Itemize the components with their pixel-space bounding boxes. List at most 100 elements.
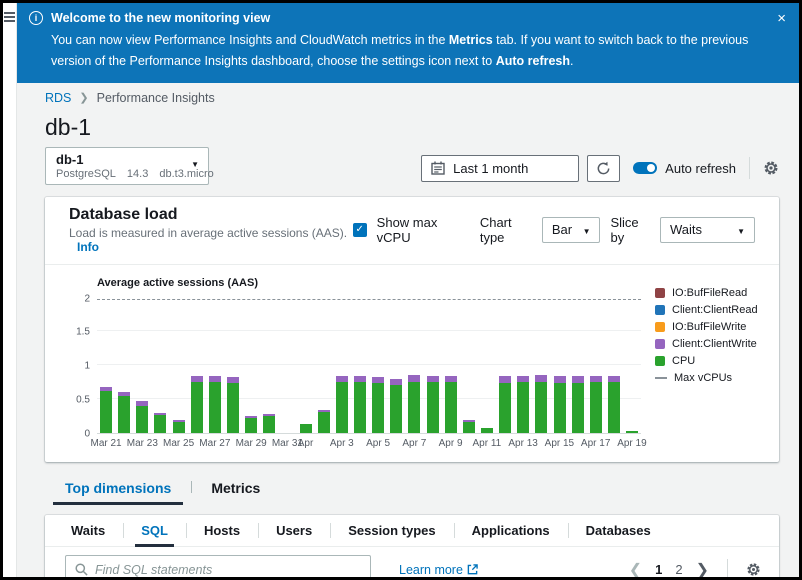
subtab-applications[interactable]: Applications: [454, 515, 568, 546]
close-icon[interactable]: ×: [777, 11, 786, 26]
chart-bar[interactable]: [442, 299, 460, 433]
chart-bar[interactable]: [315, 299, 333, 433]
slice-by-select[interactable]: Waits ▼: [660, 217, 755, 243]
pagination: ❮ 12 ❯: [629, 559, 761, 580]
chart-bar[interactable]: [115, 299, 133, 433]
search-icon: [75, 563, 88, 576]
x-tick-label: Apr 17: [581, 438, 610, 449]
chart-bar[interactable]: [605, 299, 623, 433]
table-settings-button[interactable]: [746, 562, 761, 577]
chart-bar[interactable]: [170, 299, 188, 433]
learn-more-link[interactable]: Learn more: [399, 563, 478, 577]
chart-bar[interactable]: [551, 299, 569, 433]
panel-title: Database load: [69, 206, 353, 224]
subtab-users[interactable]: Users: [258, 515, 330, 546]
auto-refresh-toggle[interactable]: [633, 162, 657, 174]
chart-bar[interactable]: [514, 299, 532, 433]
instance-engine: PostgreSQL: [56, 168, 116, 180]
time-range-picker[interactable]: Last 1 month: [421, 155, 579, 182]
chart-bar[interactable]: [224, 299, 242, 433]
pagination-prev-icon[interactable]: ❮: [629, 560, 642, 580]
chart-bar[interactable]: [151, 299, 169, 433]
chart-bar[interactable]: [369, 299, 387, 433]
chart-type-label: Chart type: [480, 215, 532, 245]
bar-segment-client-write: [572, 376, 584, 383]
toolbar-row: db-1 PostgreSQL 14.3 db.t3.micro ▼ Last …: [45, 147, 779, 185]
chart-type-select[interactable]: Bar ▼: [542, 217, 601, 243]
divider: [749, 157, 750, 179]
chart-bar[interactable]: [496, 299, 514, 433]
x-tick-label: Mar 25: [163, 438, 194, 449]
settings-button[interactable]: [763, 160, 779, 176]
instance-selector[interactable]: db-1 PostgreSQL 14.3 db.t3.micro ▼: [45, 147, 209, 185]
load-chart: Average active sessions (AAS) 00.511.52 …: [45, 265, 779, 462]
show-max-vcpu-checkbox[interactable]: ✓: [353, 223, 367, 237]
info-icon: i: [29, 11, 43, 25]
chart-bar[interactable]: [623, 299, 641, 433]
refresh-icon: [596, 161, 611, 176]
x-tick-label: Apr 15: [545, 438, 574, 449]
chart-bar[interactable]: [569, 299, 587, 433]
collapsed-sidebar: [3, 3, 17, 577]
sql-search-input[interactable]: [95, 563, 361, 577]
x-tick-label: Mar 21: [91, 438, 122, 449]
chart-title: Average active sessions (AAS): [97, 277, 641, 289]
chart-bar[interactable]: [188, 299, 206, 433]
chart-bar[interactable]: [387, 299, 405, 433]
chart-bar[interactable]: [242, 299, 260, 433]
subtab-hosts[interactable]: Hosts: [186, 515, 258, 546]
x-tick-label: Apr 5: [366, 438, 390, 449]
tab-top-dimensions[interactable]: Top dimensions: [45, 474, 191, 505]
chart-bar[interactable]: [278, 299, 296, 433]
instance-version: 14.3: [127, 168, 148, 180]
info-link[interactable]: Info: [77, 240, 99, 254]
chart-bar[interactable]: [405, 299, 423, 433]
chart-bar[interactable]: [587, 299, 605, 433]
chart-bar[interactable]: [424, 299, 442, 433]
page-title: db-1: [45, 114, 779, 141]
max-vcpus-line: [97, 299, 641, 300]
subtab-sql[interactable]: SQL: [123, 515, 186, 546]
subtab-waits[interactable]: Waits: [53, 515, 123, 546]
chart-bar[interactable]: [97, 299, 115, 433]
sql-search: [65, 555, 371, 580]
refresh-button[interactable]: [587, 155, 620, 182]
x-tick-label: Apr 11: [472, 438, 501, 449]
chart-bar[interactable]: [260, 299, 278, 433]
bar-segment-cpu: [191, 382, 203, 433]
pagination-next-icon[interactable]: ❯: [696, 560, 709, 580]
bar-segment-client-write: [535, 375, 547, 382]
subtab-session-types[interactable]: Session types: [330, 515, 453, 546]
bar-segment-cpu: [154, 415, 166, 433]
y-tick-label: 0: [84, 428, 90, 439]
chevron-down-icon: ▼: [191, 160, 199, 169]
y-tick-label: 1: [84, 361, 90, 372]
hamburger-menu-icon[interactable]: [4, 12, 15, 22]
chart-bar[interactable]: [460, 299, 478, 433]
bar-segment-cpu: [626, 431, 638, 432]
time-controls: Last 1 month Auto refresh: [421, 155, 779, 182]
chart-bar[interactable]: [351, 299, 369, 433]
x-tick-label: Apr 9: [439, 438, 463, 449]
chart-bar[interactable]: [297, 299, 315, 433]
pagination-page-2[interactable]: 2: [675, 562, 682, 577]
x-tick-label: Mar 27: [199, 438, 230, 449]
tab-metrics[interactable]: Metrics: [191, 474, 280, 505]
chart-bar[interactable]: [478, 299, 496, 433]
chart-plot: [97, 299, 641, 434]
x-tick-label: Apr 19: [617, 438, 646, 449]
pagination-page-1[interactable]: 1: [655, 562, 662, 577]
legend-label: CPU: [672, 355, 695, 367]
chart-bar[interactable]: [532, 299, 550, 433]
chart-bar[interactable]: [333, 299, 351, 433]
x-tick-label: Mar 29: [236, 438, 267, 449]
bar-segment-cpu: [590, 382, 602, 433]
bar-segment-cpu: [554, 383, 566, 433]
chart-bar[interactable]: [133, 299, 151, 433]
breadcrumb-rds-link[interactable]: RDS: [45, 91, 71, 105]
chart-bar[interactable]: [206, 299, 224, 433]
legend-label: IO:BufFileRead: [672, 287, 747, 299]
bar-segment-cpu: [336, 382, 348, 433]
legend-color-chip: [655, 322, 665, 332]
subtab-databases[interactable]: Databases: [568, 515, 669, 546]
